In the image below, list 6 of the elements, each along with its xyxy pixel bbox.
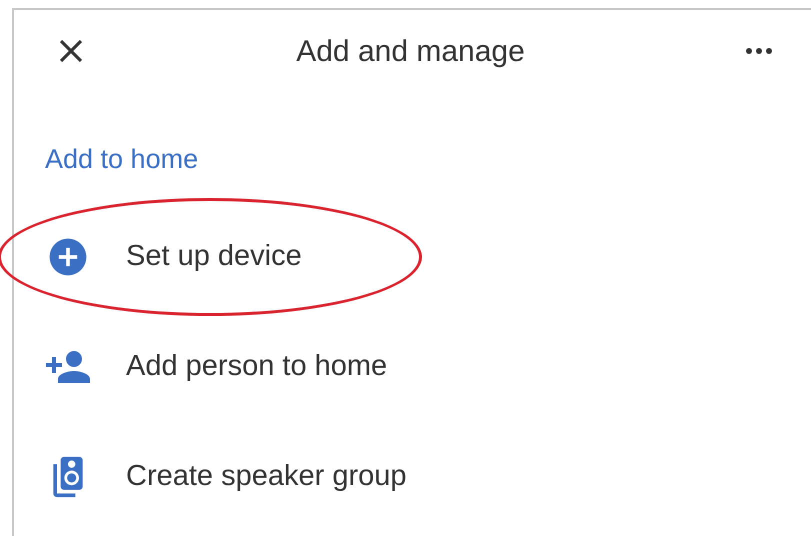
- menu-item[interactable]: Create speaker group: [14, 455, 406, 499]
- more-icon: [746, 48, 772, 54]
- menu-item[interactable]: Add person to home: [14, 343, 388, 391]
- window-title: Add and manage: [296, 34, 525, 70]
- section-heading: Add to home: [45, 143, 198, 176]
- menu-item[interactable]: Set up device: [14, 235, 302, 279]
